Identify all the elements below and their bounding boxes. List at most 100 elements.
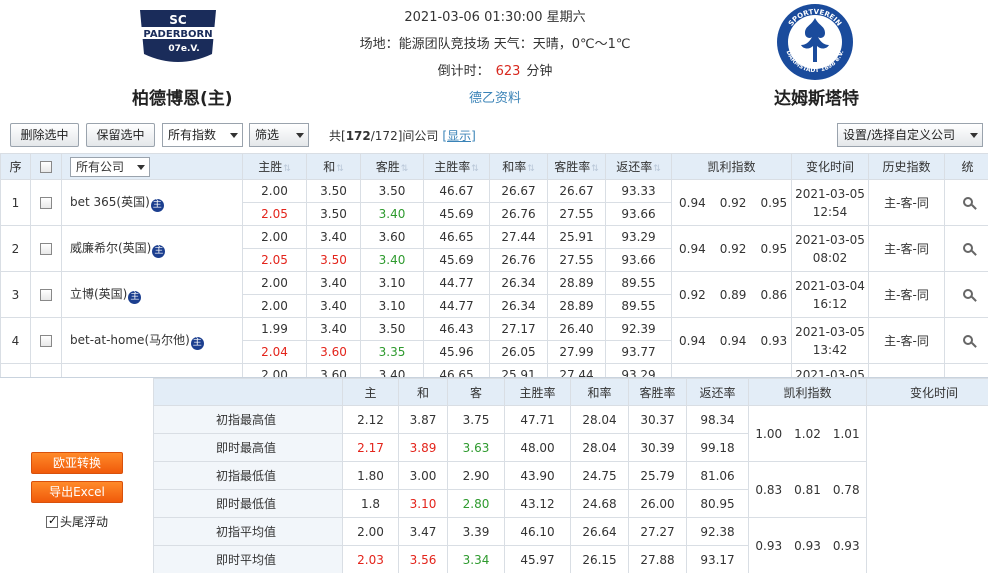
company-name[interactable]: 威廉希尔(英国) bbox=[70, 241, 151, 255]
row-checkbox-cell[interactable] bbox=[30, 225, 62, 272]
odds-table-body: 1 bet 365(英国) 主 2.00 3.50 3.50 46.67 26.67 26.67… bbox=[0, 179, 988, 387]
history-link[interactable]: 主-客-同 bbox=[868, 317, 945, 364]
filter-dropdown[interactable]: 筛选 bbox=[249, 123, 309, 147]
live-home-rate: 45.69 bbox=[423, 202, 490, 226]
kelly-value: 0.92 bbox=[719, 195, 747, 210]
custom-company-select[interactable]: 设置/选择自定义公司 bbox=[837, 123, 983, 147]
magnifier-icon[interactable] bbox=[962, 288, 973, 299]
home-team-name[interactable]: 柏德博恩(主) bbox=[132, 84, 233, 109]
summary-kelly-value: 0.93 bbox=[794, 538, 821, 553]
export-excel-button[interactable]: 导出Excel bbox=[31, 481, 123, 503]
table-row[interactable]: 1 bet 365(英国) 主 2.00 3.50 3.50 46.67 26.67 26.67… bbox=[0, 179, 988, 226]
company-filter-dropdown[interactable]: 所有公司 bbox=[70, 156, 150, 177]
select-all-checkbox-cell[interactable] bbox=[30, 153, 62, 180]
change-time-cell[interactable]: 2021-03-05 12:54 bbox=[791, 179, 869, 226]
row-checkbox-cell[interactable] bbox=[30, 317, 62, 364]
summary-return-rate: 99.18 bbox=[686, 433, 749, 462]
chevron-down-icon bbox=[137, 164, 145, 170]
stat-cell[interactable] bbox=[944, 179, 988, 226]
row-checkbox[interactable] bbox=[40, 289, 52, 301]
away-team-name[interactable]: 达姆斯塔特 bbox=[774, 84, 859, 109]
history-link[interactable]: 主-客-同 bbox=[868, 225, 945, 272]
summary-table: 主 和 客 主胜率 和率 客胜率 返还率 凯利指数 变化时间 初指最高值 2.12… bbox=[153, 378, 988, 573]
live-draw-odds: 3.60 bbox=[306, 340, 361, 364]
eu-asia-convert-button[interactable]: 欧亚转换 bbox=[31, 452, 123, 474]
row-checkbox-cell[interactable] bbox=[30, 179, 62, 226]
live-away-odds: 3.40 bbox=[360, 248, 424, 272]
away-win-header[interactable]: 客胜⇅ bbox=[360, 153, 424, 180]
live-home-odds: 2.04 bbox=[242, 340, 307, 364]
home-win-header[interactable]: 主胜⇅ bbox=[242, 153, 307, 180]
table-row[interactable]: 3 立博(英国) 主 2.00 3.40 3.10 44.77 26.34 28.89 89.55… bbox=[0, 271, 988, 318]
company-name-cell[interactable]: 立博(英国) 主 bbox=[61, 271, 243, 318]
host-badge-icon: 主 bbox=[152, 245, 166, 258]
change-time: 12:54 bbox=[812, 204, 848, 219]
select-all-checkbox[interactable] bbox=[40, 161, 52, 173]
summary-kelly-value: 0.93 bbox=[755, 538, 783, 553]
summary-away-odds: 3.75 bbox=[447, 405, 505, 434]
live-draw-odds: 3.40 bbox=[306, 294, 361, 318]
initial-away-rate: 26.40 bbox=[547, 317, 606, 341]
history-link[interactable]: 主-客-同 bbox=[868, 271, 945, 318]
draw-header[interactable]: 和⇅ bbox=[306, 153, 361, 180]
stat-cell[interactable] bbox=[944, 317, 988, 364]
company-name-cell[interactable]: bet-at-home(马尔他) 主 bbox=[61, 317, 243, 364]
table-row[interactable]: 2 威廉希尔(英国) 主 2.00 3.40 3.60 46.65 27.44 25.91 93.… bbox=[0, 225, 988, 272]
row-checkbox[interactable] bbox=[40, 243, 52, 255]
change-time: 16:12 bbox=[812, 296, 848, 311]
summary-label-header bbox=[153, 378, 343, 406]
summary-kelly-value: 1.02 bbox=[794, 426, 821, 441]
float-checkbox[interactable] bbox=[46, 514, 58, 528]
draw-rate-header[interactable]: 和率⇅ bbox=[489, 153, 548, 180]
initial-home-rate: 46.67 bbox=[423, 179, 490, 203]
change-time-cell[interactable]: 2021-03-05 08:02 bbox=[791, 225, 869, 272]
row-checkbox[interactable] bbox=[40, 335, 52, 347]
company-name-cell[interactable]: bet 365(英国) 主 bbox=[61, 179, 243, 226]
live-draw-rate: 26.05 bbox=[489, 340, 548, 364]
keep-selected-button[interactable]: 保留选中 bbox=[86, 123, 155, 147]
magnifier-icon[interactable] bbox=[962, 334, 973, 345]
table-row[interactable]: 4 bet-at-home(马尔他) 主 1.99 3.40 3.50 46.43 27.17… bbox=[0, 317, 988, 364]
summary-away-rate: 30.37 bbox=[628, 405, 687, 434]
return-rate-header[interactable]: 返还率⇅ bbox=[605, 153, 672, 180]
stat-cell[interactable] bbox=[944, 271, 988, 318]
away-rate-header[interactable]: 客胜率⇅ bbox=[547, 153, 606, 180]
summary-kelly-header: 凯利指数 bbox=[748, 378, 867, 406]
initial-draw-odds: 3.40 bbox=[306, 225, 361, 249]
show-link[interactable]: [显示] bbox=[442, 129, 475, 143]
float-header-footer-toggle[interactable]: 头尾浮动 bbox=[46, 513, 108, 530]
darmstadt-logo: SPORTVEREIN DARMSTADT 1898 e.V. bbox=[777, 4, 853, 80]
kelly-value: 0.94 bbox=[679, 195, 706, 210]
summary-return-rate: 81.06 bbox=[686, 461, 749, 490]
live-return-rate: 93.66 bbox=[605, 248, 672, 272]
initial-away-rate: 25.91 bbox=[547, 225, 606, 249]
company-name[interactable]: bet 365(英国) bbox=[70, 195, 150, 209]
row-checkbox[interactable] bbox=[40, 197, 52, 209]
summary-away-rate: 25.79 bbox=[628, 461, 687, 490]
company-name[interactable]: bet-at-home(马尔他) bbox=[70, 333, 190, 347]
summary-draw-odds: 3.00 bbox=[398, 461, 448, 490]
change-time-cell[interactable]: 2021-03-04 16:12 bbox=[791, 271, 869, 318]
history-link[interactable]: 主-客-同 bbox=[868, 179, 945, 226]
home-rate-header[interactable]: 主胜率⇅ bbox=[423, 153, 490, 180]
company-filter-cell[interactable]: 所有公司 bbox=[61, 153, 243, 180]
delete-selected-button[interactable]: 删除选中 bbox=[10, 123, 79, 147]
change-time-cell[interactable]: 2021-03-05 13:42 bbox=[791, 317, 869, 364]
change-date: 2021-03-05 bbox=[795, 324, 865, 339]
host-badge-icon: 主 bbox=[128, 291, 142, 304]
summary-away-odds: 3.34 bbox=[447, 545, 505, 573]
summary-kelly-value: 0.81 bbox=[794, 482, 821, 497]
league-info-link[interactable]: 德乙资料 bbox=[300, 85, 690, 112]
stat-cell[interactable] bbox=[944, 225, 988, 272]
live-draw-odds: 3.50 bbox=[306, 248, 361, 272]
chevron-down-icon bbox=[970, 133, 978, 138]
summary-draw-header: 和 bbox=[398, 378, 448, 406]
initial-away-odds: 3.50 bbox=[360, 317, 424, 341]
company-name[interactable]: 立博(英国) bbox=[70, 287, 127, 301]
row-checkbox-cell[interactable] bbox=[30, 271, 62, 318]
magnifier-icon[interactable] bbox=[962, 242, 973, 253]
company-name-cell[interactable]: 威廉希尔(英国) 主 bbox=[61, 225, 243, 272]
index-type-select[interactable]: 所有指数 bbox=[162, 123, 243, 147]
magnifier-icon[interactable] bbox=[962, 196, 973, 207]
summary-return-rate: 93.17 bbox=[686, 545, 749, 573]
